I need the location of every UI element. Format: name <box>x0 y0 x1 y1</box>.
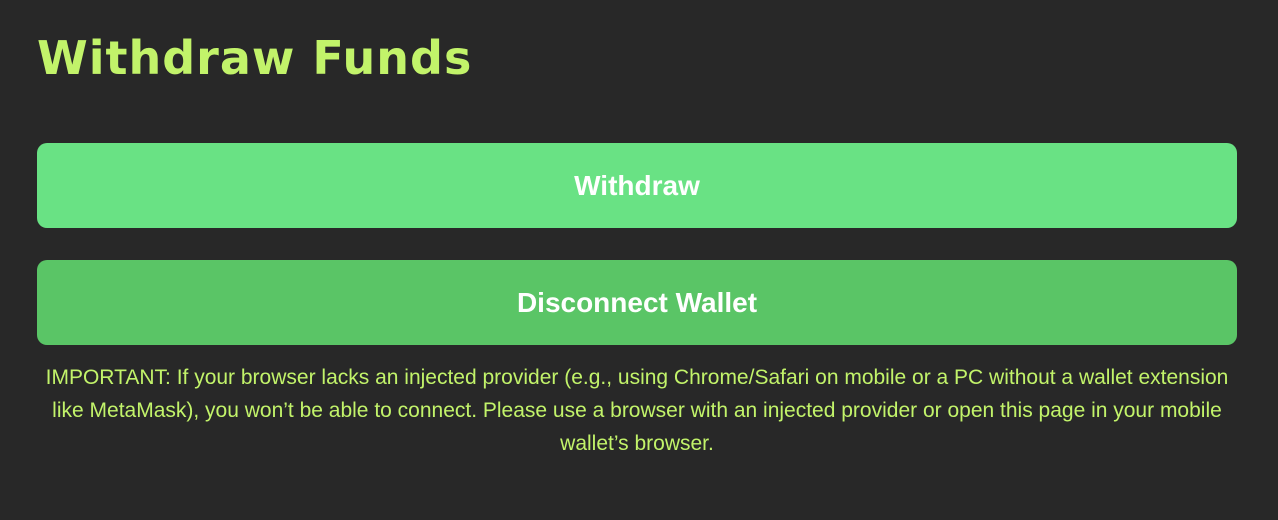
withdraw-page: Withdraw Funds Withdraw Disconnect Walle… <box>0 0 1278 520</box>
withdraw-button[interactable]: Withdraw <box>37 143 1237 228</box>
disconnect-wallet-button[interactable]: Disconnect Wallet <box>37 260 1237 345</box>
page-title: Withdraw Funds <box>37 31 473 85</box>
provider-notice: IMPORTANT: If your browser lacks an inje… <box>45 366 1229 455</box>
